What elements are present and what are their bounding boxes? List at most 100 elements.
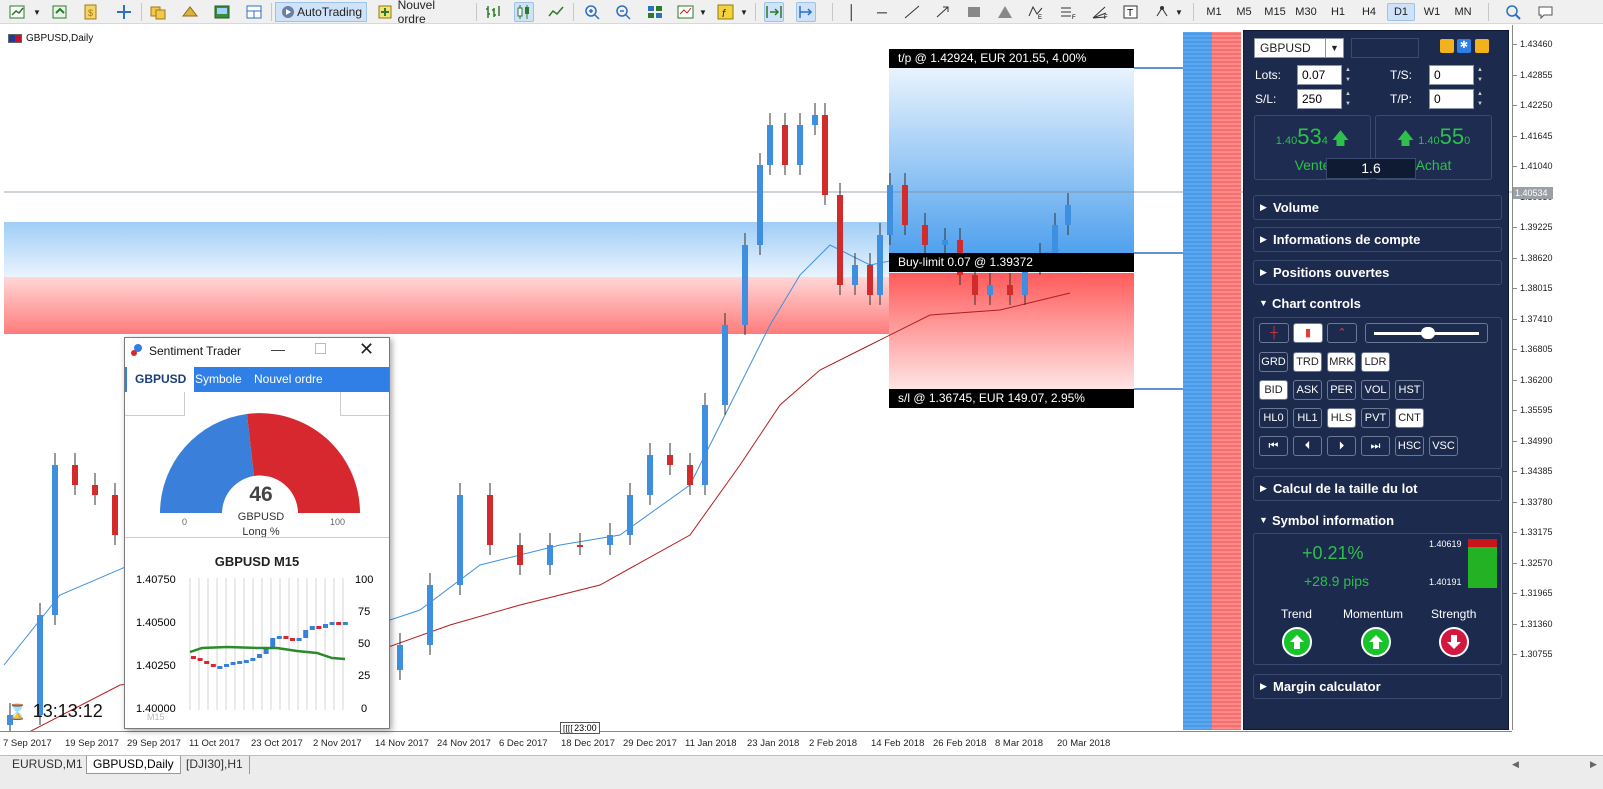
zoom-in-icon[interactable] [583,2,603,22]
chart-control-vsc-button[interactable]: VSC [1429,436,1458,456]
autotrading-button[interactable]: AutoTrading [275,2,367,22]
timeframe-m5[interactable]: M5 [1230,3,1258,21]
sentiment-titlebar[interactable]: Sentiment Trader — ✕ [125,338,389,366]
chart-control-ask-button[interactable]: ASK [1293,380,1322,400]
fibonacci-icon[interactable]: F [1058,2,1078,22]
arrow-icon[interactable] [933,2,953,22]
chevron-down-icon[interactable]: ▼ [1174,2,1184,22]
tab-eurusd-m1[interactable]: EURUSD,M1 [6,756,90,774]
prev-bar-icon[interactable]: ⏴ [1293,436,1322,456]
tp-stepper[interactable]: ▲ ▼ [1475,89,1485,109]
section-account[interactable]: ▶ Informations de compte [1253,227,1502,252]
text-tool-icon[interactable]: T [1121,2,1141,22]
sentiment-window[interactable]: Sentiment Trader — ✕ GBPUSD Symbole Nouv… [124,337,390,729]
triangle-icon[interactable] [995,2,1015,22]
ts-stepper[interactable]: ▲ ▼ [1475,65,1485,85]
ts-input[interactable]: 0 [1429,65,1474,85]
timeframe-mn[interactable]: MN [1449,3,1477,21]
sl-input[interactable]: 250 [1297,89,1342,109]
tab-gbpusd[interactable]: GBPUSD [127,367,195,392]
chart-control-cnt-button[interactable]: CNT [1395,408,1424,428]
timeframe-w1[interactable]: W1 [1418,3,1446,21]
metaeditor-icon[interactable] [212,2,232,22]
section-volume[interactable]: ▶ Volume [1253,195,1502,220]
new-chart-icon[interactable] [8,2,28,22]
rectangle-icon[interactable] [964,2,984,22]
first-bar-icon[interactable]: ⏮ [1259,436,1288,456]
chart-control-hsc-button[interactable]: HSC [1395,436,1424,456]
price-axis[interactable]: 1.434601.428551.422501.416451.410401.398… [1512,25,1603,730]
chart-control-hl1-button[interactable]: HL1 [1293,408,1322,428]
elliott-wave-icon[interactable]: E [1026,2,1046,22]
zoom-out-icon[interactable] [614,2,634,22]
line-chart-icon[interactable] [546,2,566,22]
indicators-icon[interactable] [676,2,696,22]
bar-chart-mode-button[interactable]: ┼ [1259,323,1289,343]
trendline-icon[interactable] [902,2,922,22]
timeframe-m15[interactable]: M15 [1261,3,1289,21]
candle-chart-mode-button[interactable]: ▮ [1293,323,1323,343]
window-layout-icon[interactable] [244,2,264,22]
expand-icon[interactable] [1475,39,1489,53]
tab-gbpusd-daily[interactable]: GBPUSD,Daily [86,756,181,774]
gear-icon[interactable]: ✱ [1457,39,1471,53]
cursor-icon[interactable]: │ [842,2,862,22]
symbol-select[interactable]: GBPUSD ▼ [1254,38,1344,58]
sl-stepper[interactable]: ▲ ▼ [1343,89,1353,109]
chart-control-trd-button[interactable]: TRD [1293,352,1322,372]
new-order-button[interactable]: Nouvel ordre [373,0,469,26]
terminal-icon[interactable] [148,2,168,22]
zoom-slider-thumb[interactable] [1421,327,1435,339]
line-chart-mode-button[interactable]: ⌃ [1327,323,1357,343]
chart-shift-icon[interactable] [764,2,784,22]
zoom-slider[interactable] [1365,323,1488,343]
stop-loss-label[interactable]: s/l @ 1.36745, EUR 149.07, 2.95% [889,389,1134,408]
section-symbol-info[interactable]: ▼ Symbol information [1253,509,1502,534]
timeframe-h1[interactable]: H1 [1324,3,1352,21]
auto-scroll-icon[interactable] [796,2,816,22]
settings-icon[interactable] [1440,39,1454,53]
chart-control-hst-button[interactable]: HST [1395,380,1424,400]
tab-symbole[interactable]: Symbole [187,367,250,392]
minimize-icon[interactable]: — [271,341,285,357]
bar-chart-icon[interactable] [483,2,503,22]
chart-control-vol-button[interactable]: VOL [1361,380,1390,400]
objects-icon[interactable] [1153,2,1173,22]
close-icon[interactable]: ✕ [359,339,374,360]
symbol-search-input[interactable] [1351,38,1419,58]
next-bar-icon[interactable]: ⏵ [1327,436,1356,456]
chart-control-hls-button[interactable]: HLS [1327,408,1356,428]
section-margin[interactable]: ▶ Margin calculator [1253,674,1502,699]
chart-control-grd-button[interactable]: GRD [1259,352,1288,372]
chevron-down-icon[interactable]: ▼ [739,2,749,22]
lots-stepper[interactable]: ▲ ▼ [1343,65,1353,85]
function-icon[interactable]: f [716,2,736,22]
section-positions[interactable]: ▶ Positions ouvertes [1253,260,1502,285]
chart-control-hl0-button[interactable]: HL0 [1259,408,1288,428]
profiles-icon[interactable] [50,2,70,22]
timeframe-d1[interactable]: D1 [1387,3,1415,21]
fibonacci-fan-icon[interactable]: F [1090,2,1110,22]
chart-control-bid-button[interactable]: BID [1259,380,1288,400]
market-watch-icon[interactable]: $ [82,2,102,22]
section-lot-calc[interactable]: ▶ Calcul de la taille du lot [1253,476,1502,501]
take-profit-label[interactable]: t/p @ 1.42924, EUR 201.55, 4.00% [889,49,1134,68]
section-chart-controls[interactable]: ▼ Chart controls [1253,292,1502,317]
scroll-right-icon[interactable]: ▶ [1590,759,1597,770]
strategy-tester-icon[interactable] [180,2,200,22]
tab-dji30-h1[interactable]: [DJI30],H1 [180,756,250,774]
scroll-left-icon[interactable]: ◀ [1512,759,1519,770]
chat-icon[interactable] [1536,2,1556,22]
last-bar-icon[interactable]: ⏭ [1361,436,1390,456]
tile-windows-icon[interactable] [645,2,665,22]
timeframe-m1[interactable]: M1 [1200,3,1228,21]
search-icon[interactable] [1504,2,1524,22]
lots-input[interactable]: 0.07 [1297,65,1342,85]
horizontal-line-icon[interactable]: ─ [872,2,892,22]
navigator-icon[interactable] [114,2,134,22]
candlestick-chart-icon[interactable] [514,2,534,22]
chevron-down-icon[interactable]: ▼ [698,2,708,22]
buy-limit-label[interactable]: Buy-limit 0.07 @ 1.39372 [889,253,1134,272]
chevron-down-icon[interactable]: ▼ [32,2,42,22]
tp-input[interactable]: 0 [1429,89,1474,109]
